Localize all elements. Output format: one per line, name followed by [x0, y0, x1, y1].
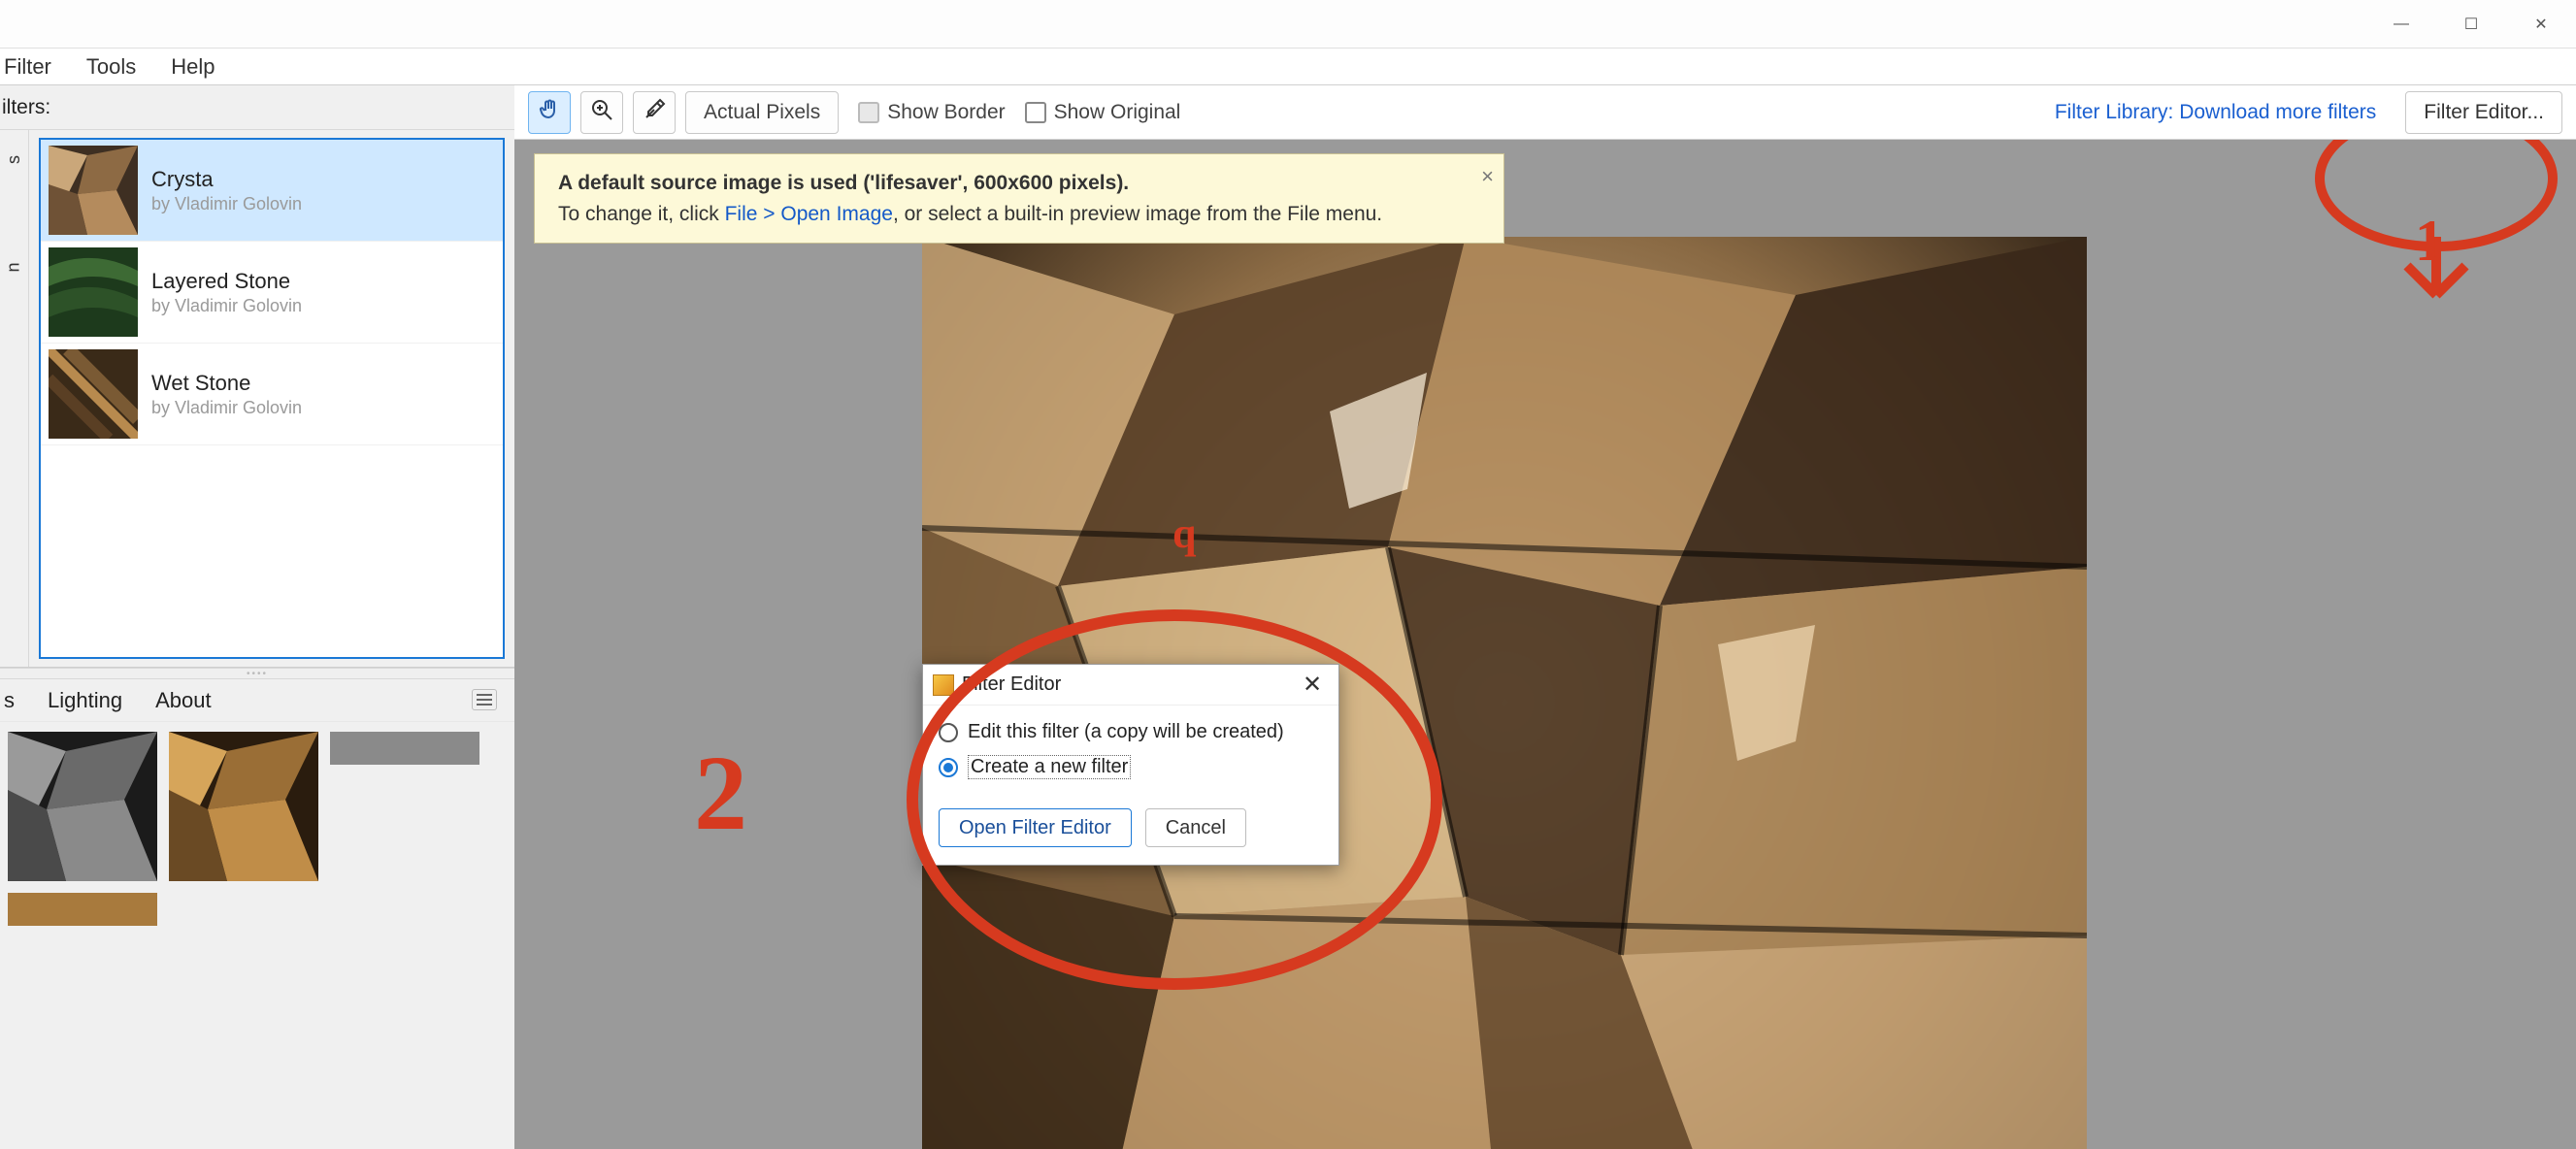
filter-thumb [49, 146, 138, 235]
dialog-titlebar[interactable]: Filter Editor ✕ [923, 665, 1338, 706]
filter-author: by Vladimir Golovin [151, 398, 302, 418]
actual-pixels-button[interactable]: Actual Pixels [685, 91, 839, 134]
tab-s[interactable]: s [4, 688, 15, 713]
preset-thumb[interactable] [8, 893, 157, 926]
annotation-circle-1 [2291, 140, 2576, 329]
category-column[interactable]: s n [0, 130, 29, 667]
option-edit-this-filter[interactable]: Edit this filter (a copy will be created… [939, 721, 1323, 743]
cancel-button[interactable]: Cancel [1145, 808, 1246, 847]
hand-tool-button[interactable] [528, 91, 571, 134]
notice-line2c: , or select a built-in preview image fro… [893, 203, 1382, 225]
left-sidebar: ilters: s n Crysta by Vladimir Golovin [0, 85, 514, 1149]
panel2-menu-icon[interactable] [472, 689, 497, 710]
preview-canvas[interactable]: × A default source image is used ('lifes… [514, 140, 2576, 1149]
preset-thumb[interactable] [8, 732, 157, 881]
open-filter-editor-button[interactable]: Open Filter Editor [939, 808, 1132, 847]
filters-label: ilters: [2, 96, 50, 119]
preview-toolbar: Actual Pixels Show Border Show Original … [514, 85, 2576, 140]
category-s[interactable]: s [4, 155, 24, 164]
filter-editor-dialog: Filter Editor ✕ Edit this filter (a copy… [922, 664, 1339, 866]
menu-filter[interactable]: Filter [4, 54, 51, 80]
show-border-label: Show Border [887, 101, 1005, 124]
filter-thumb [49, 247, 138, 337]
dialog-title: Filter Editor [962, 673, 1061, 696]
filter-name: Layered Stone [151, 269, 302, 294]
default-image-notice: × A default source image is used ('lifes… [534, 153, 1504, 244]
magnifier-icon [590, 98, 613, 127]
option-create-new-filter[interactable]: Create a new filter [939, 755, 1323, 779]
filter-name: Crysta [151, 167, 302, 192]
tab-about[interactable]: About [155, 688, 212, 713]
annotation-text-2: 2 [694, 732, 747, 855]
filter-editor-button[interactable]: Filter Editor... [2405, 91, 2562, 134]
option-create-label: Create a new filter [968, 755, 1131, 779]
window-minimize-button[interactable]: — [2366, 0, 2436, 49]
category-n[interactable]: n [4, 262, 24, 272]
filter-list[interactable]: Crysta by Vladimir Golovin Layered Stone… [39, 138, 505, 659]
radio-icon [939, 723, 958, 742]
filter-library-link[interactable]: Filter Library: Download more filters [2055, 101, 2376, 124]
notice-open-image-link[interactable]: File > Open Image [725, 203, 893, 225]
panel2-tabs: s Lighting About [0, 679, 514, 722]
panel2-body [0, 722, 514, 936]
panel-splitter[interactable]: •••• [0, 668, 514, 679]
filter-item-layered-stone[interactable]: Layered Stone by Vladimir Golovin [41, 242, 503, 344]
preset-thumb[interactable] [330, 732, 479, 765]
show-original-label: Show Original [1054, 101, 1181, 124]
tab-lighting[interactable]: Lighting [48, 688, 122, 713]
filter-item-crysta[interactable]: Crysta by Vladimir Golovin [41, 140, 503, 242]
menu-bar: Filter Tools Help [0, 49, 2576, 85]
right-pane: Actual Pixels Show Border Show Original … [514, 85, 2576, 1149]
filter-item-wet-stone[interactable]: Wet Stone by Vladimir Golovin [41, 344, 503, 445]
show-original-checkbox[interactable]: Show Original [1025, 101, 1181, 124]
menu-help[interactable]: Help [171, 54, 215, 80]
notice-close-icon[interactable]: × [1481, 160, 1494, 192]
preset-thumb[interactable] [169, 732, 318, 881]
filters-header: ilters: [0, 85, 514, 130]
show-border-checkbox[interactable]: Show Border [858, 101, 1005, 124]
checkbox-icon [858, 102, 879, 123]
eyedropper-icon [643, 98, 666, 127]
eyedropper-tool-button[interactable] [633, 91, 676, 134]
option-edit-label: Edit this filter (a copy will be created… [968, 721, 1284, 743]
notice-line2a: To change it, click [558, 203, 725, 225]
dialog-close-icon[interactable]: ✕ [1296, 671, 1329, 699]
hand-icon [538, 98, 561, 127]
dialog-app-icon [933, 674, 954, 696]
filter-name: Wet Stone [151, 371, 302, 396]
download-more-label: Download more filters [2179, 101, 2376, 123]
filter-library-prefix: Filter Library: [2055, 101, 2179, 123]
window-close-button[interactable]: ✕ [2506, 0, 2576, 49]
menu-tools[interactable]: Tools [86, 54, 136, 80]
radio-icon [939, 758, 958, 777]
filter-author: by Vladimir Golovin [151, 194, 302, 214]
notice-line1: A default source image is used ('lifesav… [558, 172, 1129, 194]
annotation-text-1: 1 [2415, 208, 2444, 275]
filter-author: by Vladimir Golovin [151, 296, 302, 316]
zoom-tool-button[interactable] [580, 91, 623, 134]
checkbox-icon [1025, 102, 1046, 123]
window-titlebar: — ☐ ✕ [0, 0, 2576, 49]
filter-thumb [49, 349, 138, 439]
window-maximize-button[interactable]: ☐ [2436, 0, 2506, 49]
